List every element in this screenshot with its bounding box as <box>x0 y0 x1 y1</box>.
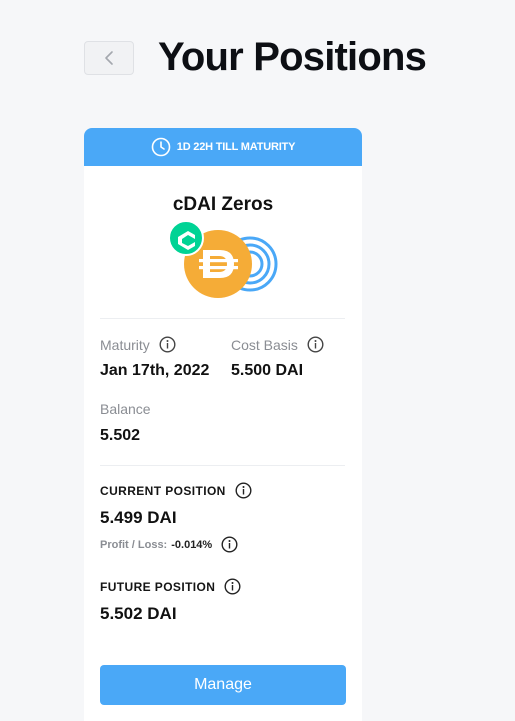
compound-icon <box>168 220 204 256</box>
token-icons <box>168 220 280 304</box>
profit-loss-row: Profit / Loss: -0.014% <box>100 536 238 553</box>
current-position-value: 5.499 DAI <box>100 508 177 527</box>
profit-loss-label: Profit / Loss: <box>100 538 168 551</box>
maturity-label-row: Maturity <box>100 336 176 353</box>
balance-label: Balance <box>100 401 151 417</box>
back-button[interactable] <box>84 41 134 75</box>
current-position-label-row: CURRENT POSITION <box>100 482 252 499</box>
cost-basis-value: 5.500 DAI <box>231 362 304 379</box>
page-title: Your Positions <box>158 35 427 79</box>
profit-loss-value: -0.014% <box>171 538 213 551</box>
divider <box>100 465 345 466</box>
chevron-left-icon <box>104 50 114 66</box>
info-icon[interactable] <box>159 336 176 353</box>
balance-value: 5.502 <box>100 427 141 444</box>
clock-icon <box>151 137 177 157</box>
cost-basis-label-row: Cost Basis <box>231 336 324 353</box>
future-position-label-row: FUTURE POSITION <box>100 578 241 595</box>
cost-basis-label: Cost Basis <box>231 336 298 353</box>
maturity-label: Maturity <box>100 336 150 353</box>
info-icon[interactable] <box>224 578 241 595</box>
token-name: cDAI Zeros <box>172 194 274 215</box>
divider <box>100 318 345 319</box>
info-icon[interactable] <box>307 336 324 353</box>
current-position-label: CURRENT POSITION <box>100 483 226 498</box>
info-icon[interactable] <box>235 482 252 499</box>
future-position-value: 5.502 DAI <box>100 604 177 623</box>
manage-button[interactable]: Manage <box>100 665 346 705</box>
maturity-value: Jan 17th, 2022 <box>100 362 210 379</box>
future-position-label: FUTURE POSITION <box>100 579 216 594</box>
maturity-banner: 1D 22H TILL MATURITY <box>84 128 362 166</box>
maturity-countdown: 1D 22H TILL MATURITY <box>176 141 296 153</box>
info-icon[interactable] <box>221 536 238 553</box>
position-card: 1D 22H TILL MATURITY cDAI Zeros Maturity <box>84 128 362 721</box>
